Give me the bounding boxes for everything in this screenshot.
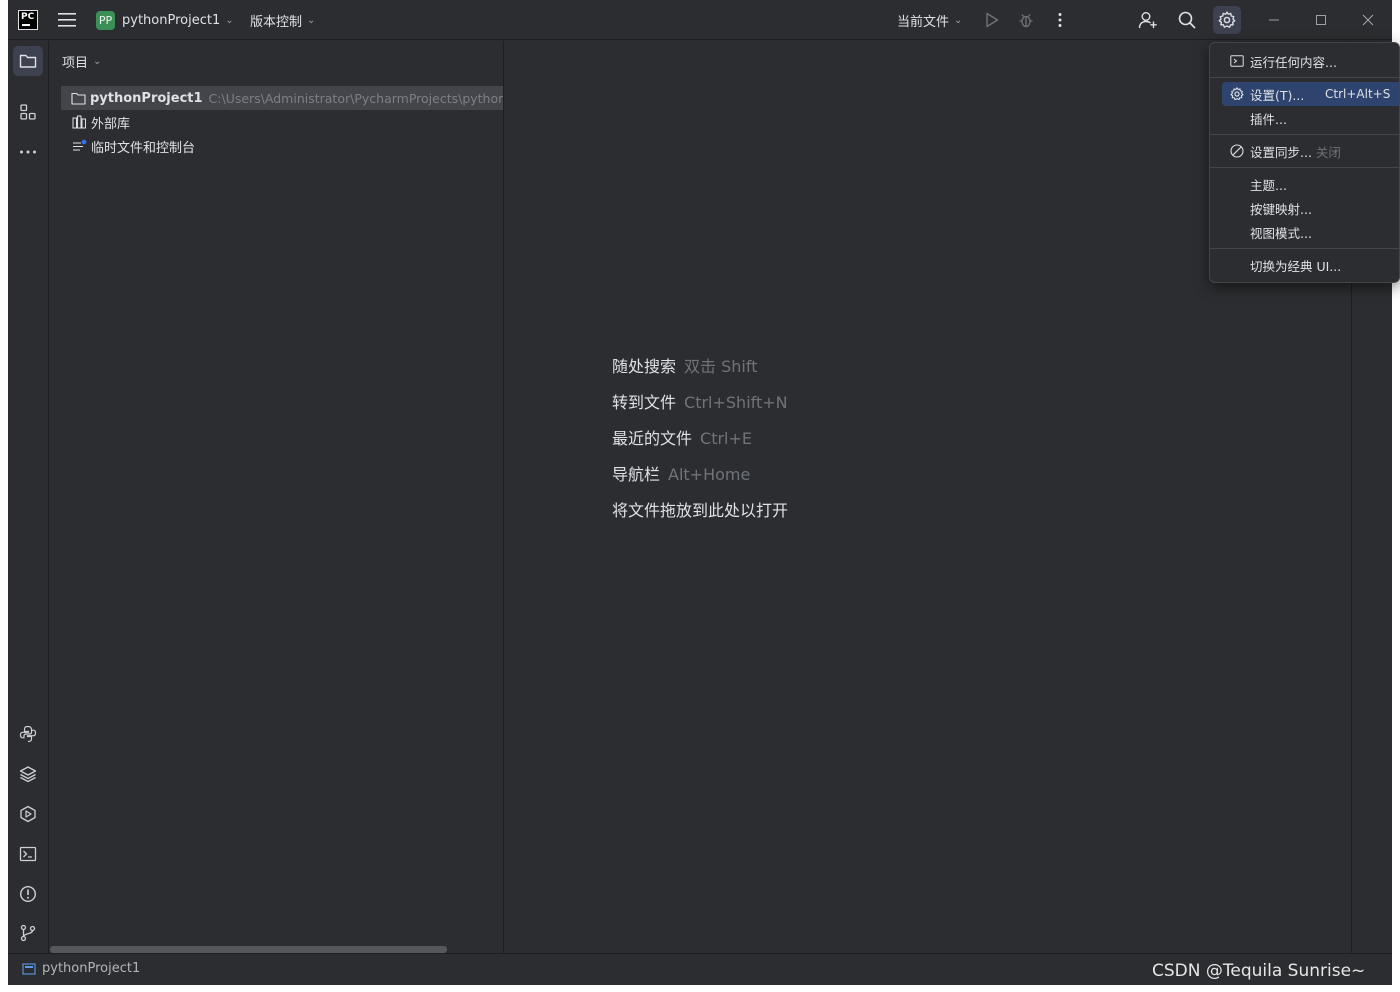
python-icon [19,725,37,743]
tree-item-label: 临时文件和控制台 [91,140,196,156]
hint-navigation-bar: 导航栏 Alt+Home [612,465,751,484]
project-panel-header[interactable]: 项目 ⌄ [62,51,101,71]
chevron-down-icon: ⌄ [307,14,316,26]
python-console-button[interactable] [13,719,43,749]
project-panel: 项目 ⌄ pythonProject1 C:\Users\Administrat… [49,41,504,953]
tree-item-path: C:\Users\Administrator\PycharmProjects\p… [208,90,504,106]
title-bar: PC PP pythonProject1 ⌄ 版本控制 ⌄ 当前文件 ⌄ [8,0,1392,40]
structure-tool-button[interactable] [13,97,43,127]
menu-separator [1210,248,1399,249]
hint-goto-file: 转到文件 Ctrl+Shift+N [612,393,788,412]
services-icon [20,805,36,823]
add-user-icon [1138,12,1157,29]
problems-button[interactable] [13,879,43,909]
tree-item-scratches[interactable]: 临时文件和控制台 [61,134,195,158]
hint-recent-files: 最近的文件 Ctrl+E [612,429,752,448]
maximize-icon [1316,15,1326,25]
project-selector[interactable]: pythonProject1 ⌄ [122,0,234,40]
menu-item-keymap[interactable]: 按键映射... [1222,196,1399,220]
menu-item-settings-sync[interactable]: 设置同步... 关闭 [1222,139,1399,163]
layers-icon [19,766,37,783]
csdn-watermark: CSDN @Tequila Sunrise~ [1152,961,1366,981]
services-button[interactable] [13,799,43,829]
pycharm-logo-icon: PC [18,10,38,30]
search-icon [1178,11,1196,29]
tree-item-label: 外部库 [91,116,131,132]
tree-item-external-libraries[interactable]: 外部库 [61,110,130,134]
terminal-icon [19,846,37,862]
more-vertical-icon [1058,13,1062,27]
vcs-menu[interactable]: 版本控制 ⌄ [250,0,315,40]
search-button[interactable] [1173,6,1201,34]
menu-item-theme[interactable]: 主题... [1222,172,1399,196]
chevron-down-icon: ⌄ [93,55,102,67]
main-menu-button[interactable] [58,0,80,40]
menu-item-run-anything[interactable]: 运行任何内容... [1222,49,1399,73]
close-button[interactable] [1354,6,1382,34]
settings-dropdown-menu: 运行任何内容... 设置(T)... Ctrl+Alt+S 插件... 设置同步… [1209,42,1400,283]
more-horizontal-icon [20,150,36,154]
menu-separator [1210,134,1399,135]
menu-item-plugins[interactable]: 插件... [1222,106,1399,130]
hint-search-everywhere: 随处搜索 双击 Shift [612,357,758,376]
menu-item-classic-ui[interactable]: 切换为经典 UI... [1222,253,1399,277]
debug-button[interactable] [1012,6,1040,34]
code-with-me-button[interactable] [1134,6,1162,34]
folder-icon [19,54,37,68]
sync-status: 关闭 [1315,144,1341,160]
structure-icon [20,104,36,120]
menu-separator [1210,167,1399,168]
gear-icon [1218,11,1236,28]
project-tool-button[interactable] [13,46,43,76]
chevron-down-icon: ⌄ [225,14,234,26]
branch-icon [20,924,36,942]
run-button[interactable] [978,6,1006,34]
tree-item-label: pythonProject1 [90,90,203,106]
ide-window: PC PP pythonProject1 ⌄ 版本控制 ⌄ 当前文件 ⌄ 项目 … [8,0,1392,985]
bug-icon [1019,14,1033,28]
more-tools-button[interactable] [13,137,43,167]
gear-icon [1229,86,1245,102]
play-icon [986,12,999,28]
chevron-down-icon: ⌄ [954,14,963,26]
project-name: pythonProject1 [122,12,221,28]
maximize-button[interactable] [1307,6,1335,34]
status-project-name: pythonProject1 [42,961,141,976]
menu-separator [1210,77,1399,78]
status-project-breadcrumb[interactable]: pythonProject1 [22,961,140,976]
menu-item-settings[interactable]: 设置(T)... Ctrl+Alt+S [1222,82,1399,106]
warning-circle-icon [19,885,37,903]
minimize-icon [1269,19,1279,21]
hint-drop-files: 将文件拖放到此处以打开 [612,501,789,520]
library-icon [71,114,87,130]
run-config-label: 当前文件 [897,14,950,30]
scratch-icon [71,138,87,154]
tree-item-project-root[interactable]: pythonProject1 C:\Users\Administrator\Py… [61,86,504,110]
hamburger-icon [58,13,76,27]
horizontal-scrollbar[interactable] [50,946,447,953]
folder-icon [71,90,86,106]
menu-item-shortcut: Ctrl+Alt+S [1325,87,1391,101]
python-packages-button[interactable] [13,759,43,789]
minimize-button[interactable] [1260,6,1288,34]
vcs-label: 版本控制 [250,14,303,30]
sync-off-icon [1229,143,1245,159]
terminal-button[interactable] [13,839,43,869]
module-icon [22,962,36,975]
settings-button[interactable] [1213,6,1241,34]
project-badge: PP [96,11,115,30]
run-config-selector[interactable]: 当前文件 ⌄ [897,0,962,40]
close-icon [1362,14,1374,26]
menu-item-view-mode[interactable]: 视图模式... [1222,220,1399,244]
left-tool-strip [8,41,49,953]
run-anything-icon [1229,53,1245,69]
git-button[interactable] [13,918,43,948]
more-actions-button[interactable] [1046,6,1074,34]
project-panel-title: 项目 [62,55,89,71]
